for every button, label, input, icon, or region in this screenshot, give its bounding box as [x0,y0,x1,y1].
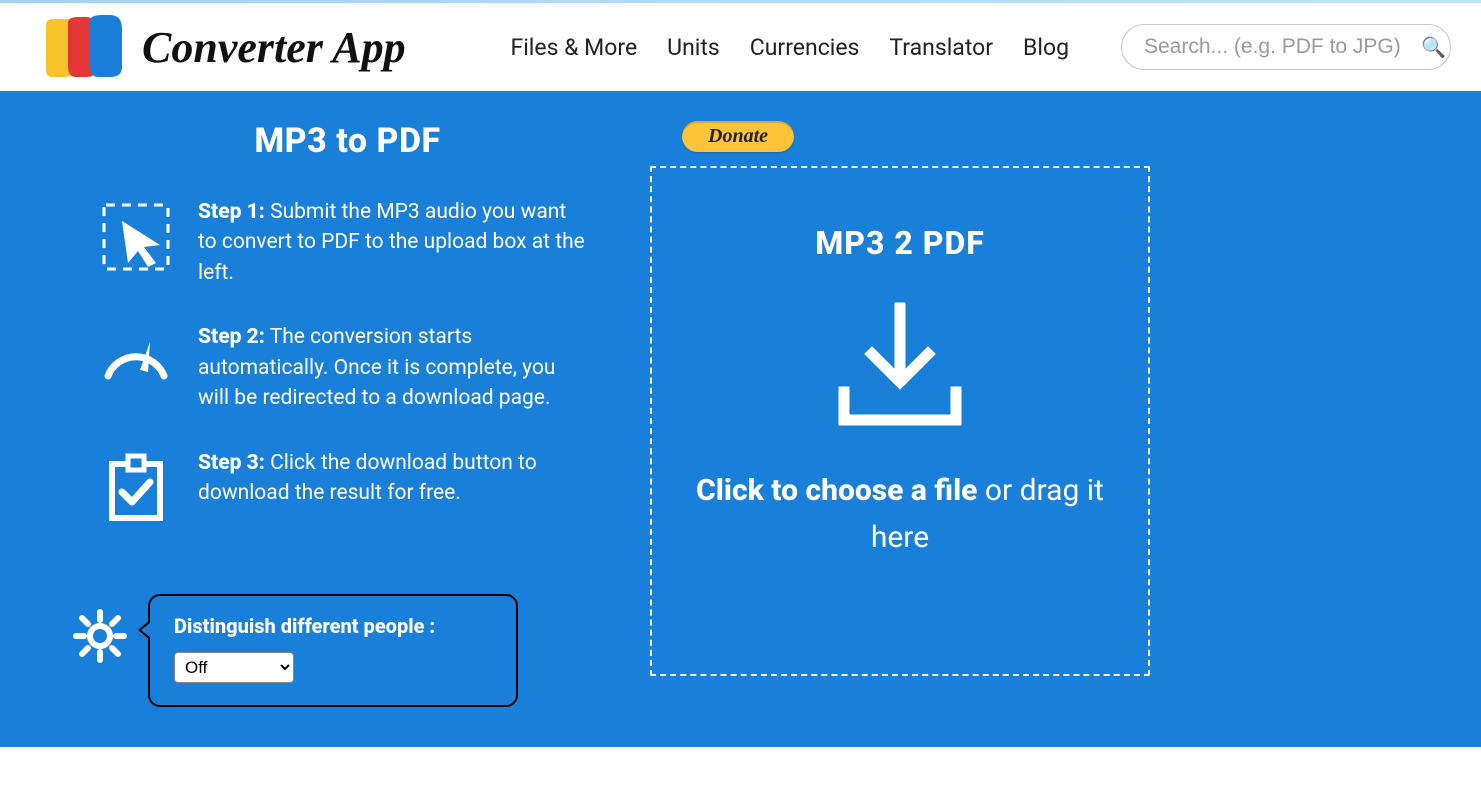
step-3-label: Step 3: [198,451,265,475]
search-icon: 🔍 [1421,35,1446,59]
step-1: Step 1: Submit the MP3 audio you want to… [100,197,595,288]
step-3-text: Step 3: Click the download button to dow… [198,448,588,509]
download-icon [830,300,970,430]
step-1-label: Step 1: [198,200,265,224]
search-input[interactable] [1144,35,1415,59]
search-box[interactable]: 🔍 [1121,24,1451,70]
step-2-text: Step 2: The conversion starts automatica… [198,322,588,413]
step-1-text: Step 1: Submit the MP3 audio you want to… [198,197,588,288]
nav-currencies[interactable]: Currencies [750,34,860,61]
header: Converter App Files & More Units Currenc… [0,3,1481,91]
brand-name: Converter App [142,22,406,73]
page-title: MP3 to PDF [100,121,595,161]
clipboard-check-icon [100,452,172,524]
dropzone-title: MP3 2 PDF [815,224,985,262]
nav-files-and-more[interactable]: Files & More [511,34,638,61]
dropzone-text: Click to choose a file or drag it here [692,468,1108,561]
file-dropzone[interactable]: MP3 2 PDF Click to choose a file or drag… [650,166,1150,676]
step-2-label: Step 2: [198,325,265,349]
step-3: Step 3: Click the download button to dow… [100,448,595,524]
step-2: Step 2: The conversion starts automatica… [100,322,595,413]
settings-row: Distinguish different people : Off [70,594,595,707]
gauge-icon [100,326,172,398]
logo[interactable]: Converter App [38,15,406,79]
gear-icon [70,606,130,666]
instructions-column: MP3 to PDF Step 1: Submit the MP3 audio … [40,121,595,747]
distinguish-people-select[interactable]: Off [174,652,294,683]
upload-column: Donate MP3 2 PDF Click to choose a file … [625,121,1441,747]
logo-icon [38,15,128,79]
main-nav: Files & More Units Currencies Translator… [511,24,1452,70]
dropzone-cta-bold: Click to choose a file [696,473,977,508]
main-content: MP3 to PDF Step 1: Submit the MP3 audio … [0,91,1481,747]
donate-button[interactable]: Donate [682,121,794,152]
settings-box: Distinguish different people : Off [148,594,518,707]
nav-units[interactable]: Units [667,34,720,61]
nav-translator[interactable]: Translator [889,34,993,61]
upload-cursor-icon [100,201,172,273]
settings-label: Distinguish different people : [174,614,492,638]
nav-blog[interactable]: Blog [1023,34,1069,61]
